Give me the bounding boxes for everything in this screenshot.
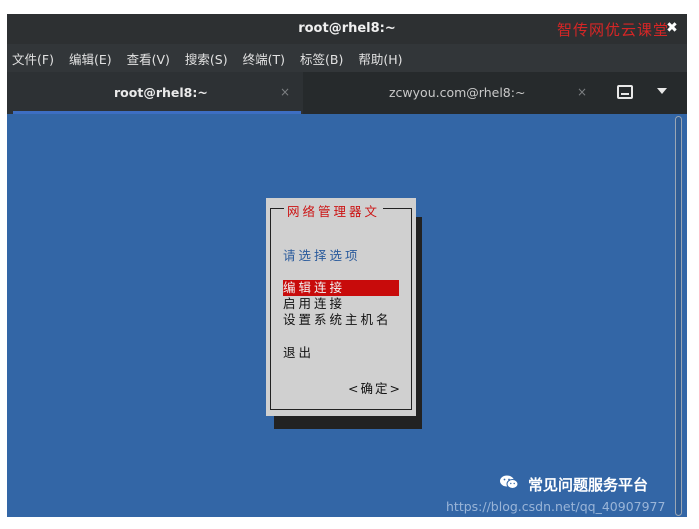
url-watermark: https://blog.csdn.net/qq_40907977	[446, 499, 666, 514]
tab-root[interactable]: root@rhel8:~ ×	[7, 72, 303, 114]
title-bar: root@rhel8:~ 智传网优云课堂 ✖	[7, 14, 687, 44]
scrollbar[interactable]	[675, 116, 682, 516]
menu-edit[interactable]: 编辑(E)	[69, 49, 112, 68]
dialog-prompt: 请选择选项	[283, 248, 361, 263]
watermark-text: 智传网优云课堂	[556, 21, 669, 39]
nmtui-dialog: 网络管理器文 请选择选项 编辑连接 启用连接 设置系统主机名 退出 <确定>	[266, 198, 416, 416]
menu-bar: 文件(F) 编辑(E) 查看(V) 搜索(S) 终端(T) 标签(B) 帮助(H…	[7, 44, 687, 72]
menu-terminal[interactable]: 终端(T)	[243, 49, 285, 68]
menu-search[interactable]: 搜索(S)	[185, 49, 228, 68]
wechat-icon	[500, 475, 519, 489]
option-quit[interactable]: 退出	[283, 345, 314, 361]
dialog-title: 网络管理器文	[284, 201, 384, 220]
tab-zcwyou[interactable]: zcwyou.com@rhel8:~ ×	[303, 72, 603, 114]
option-activate-connection[interactable]: 启用连接	[283, 296, 345, 312]
option-set-hostname[interactable]: 设置系统主机名	[283, 312, 392, 328]
menu-file[interactable]: 文件(F)	[12, 49, 54, 68]
tab-label: root@rhel8:~	[114, 85, 208, 100]
notice-text: 常见问题服务平台	[528, 476, 649, 494]
tab-label: zcwyou.com@rhel8:~	[389, 85, 526, 100]
tab-menu-chevron-icon[interactable]	[657, 88, 667, 94]
tab-close-button[interactable]: ×	[577, 85, 587, 99]
option-edit-connection[interactable]: 编辑连接	[283, 280, 399, 296]
menu-tabs[interactable]: 标签(B)	[300, 49, 343, 68]
new-tab-icon[interactable]	[617, 85, 633, 99]
window-close-button[interactable]: ✖	[663, 19, 681, 37]
menu-help[interactable]: 帮助(H)	[358, 49, 402, 68]
menu-view[interactable]: 查看(V)	[127, 49, 170, 68]
tab-close-button[interactable]: ×	[280, 85, 290, 99]
tab-bar: root@rhel8:~ × zcwyou.com@rhel8:~ ×	[7, 72, 687, 114]
ok-button[interactable]: <确定>	[348, 378, 402, 397]
